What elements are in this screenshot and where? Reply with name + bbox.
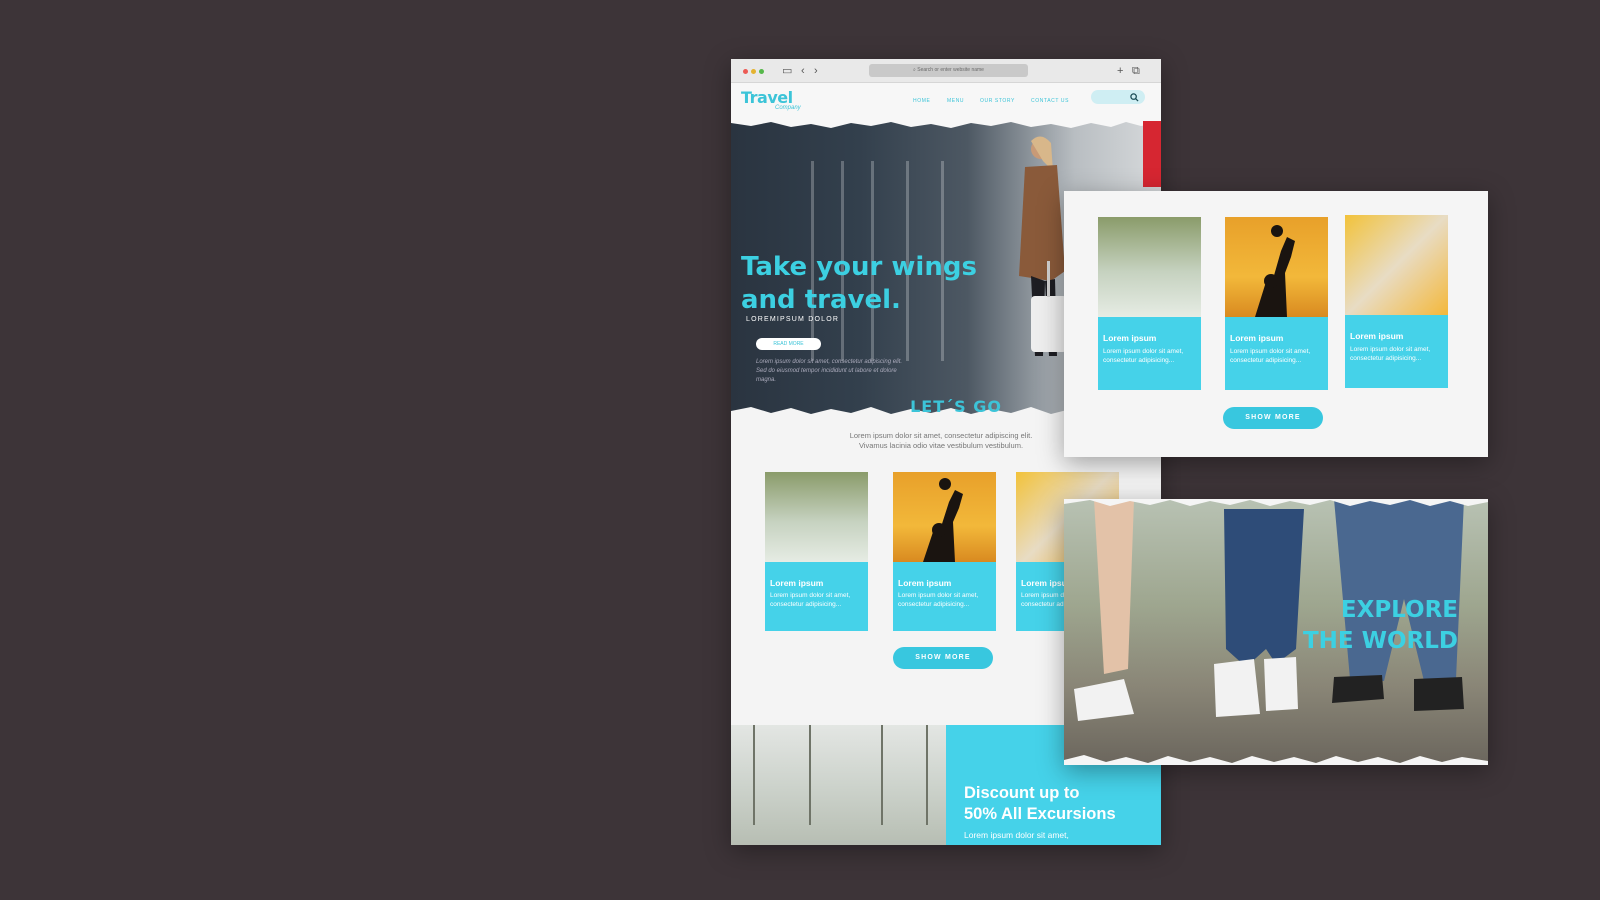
hero-title-line-1: Take your wings bbox=[741, 252, 977, 282]
show-more-button[interactable]: SHOW MORE bbox=[893, 647, 993, 669]
promo-text: Lorem ipsum dolor sit amet, bbox=[964, 830, 1069, 840]
section-intro-line-2: Vivamus lacinia odio vitae vestibulum ve… bbox=[858, 441, 1024, 450]
card-text: Lorem ipsum dolor sit amet, consectetur … bbox=[1103, 348, 1184, 364]
card-image-kids-flowers bbox=[1098, 217, 1201, 317]
hero-title-line-2: and travel. bbox=[741, 285, 901, 315]
site-search-input[interactable] bbox=[1091, 90, 1145, 104]
nav-contact-us[interactable]: CONTACT US bbox=[1031, 98, 1069, 104]
card-image-sunset-silhouette bbox=[1225, 217, 1328, 317]
promo-title-line-1: Discount up to bbox=[964, 784, 1080, 802]
card-text: Lorem ipsum dolor sit amet, consectetur … bbox=[898, 592, 979, 608]
torn-edge bbox=[1064, 499, 1488, 506]
hero-title: Take your wings and travel. bbox=[741, 251, 977, 317]
nav-home[interactable]: HOME bbox=[913, 98, 930, 104]
read-more-button[interactable]: READ MORE bbox=[756, 338, 821, 350]
destination-card[interactable]: Lorem ipsum Lorem ipsum dolor sit amet, … bbox=[1225, 217, 1328, 390]
browser-toolbar: ▭ ‹ › ⌕ Search or enter website name + ⧉ bbox=[731, 59, 1161, 83]
new-tab-icon[interactable]: + bbox=[1117, 64, 1123, 78]
card-title: Lorem ipsum bbox=[1350, 331, 1404, 341]
card-text: Lorem ipsum dolor sit amet, consectetur … bbox=[770, 592, 851, 608]
destination-card[interactable]: Lorem ipsum Lorem ipsum dolor sit amet, … bbox=[765, 472, 868, 631]
explore-title: EXPLORE THE WORLD bbox=[1303, 595, 1458, 657]
promo-title-line-2: 50% All Excursions bbox=[964, 805, 1116, 823]
forward-icon[interactable]: › bbox=[814, 64, 818, 78]
section-intro-line-1: Lorem ipsum dolor sit amet, consectetur … bbox=[849, 431, 1033, 440]
sidebar-icon[interactable]: ▭ bbox=[782, 64, 792, 78]
maximize-window-button[interactable] bbox=[759, 69, 764, 74]
search-icon: ⌕ bbox=[913, 67, 916, 73]
site-header: Travel Company HOME MENU OUR STORY CONTA… bbox=[731, 83, 1161, 123]
address-bar[interactable]: ⌕ Search or enter website name bbox=[869, 64, 1028, 77]
promo-title: Discount up to 50% All Excursions bbox=[964, 783, 1116, 825]
card-title: Lorem ipsum bbox=[898, 578, 952, 588]
search-icon bbox=[1130, 93, 1139, 102]
hero-subtitle: LOREMIPSUM DOLOR bbox=[746, 316, 840, 323]
explore-title-line-2: THE WORLD bbox=[1302, 628, 1458, 654]
explore-title-line-1: EXPLORE bbox=[1340, 597, 1458, 623]
card-title: Lorem ipsum bbox=[1230, 333, 1284, 343]
address-bar-placeholder: Search or enter website name bbox=[917, 67, 984, 73]
card-title: Lorem ipsum bbox=[1103, 333, 1157, 343]
explore-banner: EXPLORE THE WORLD bbox=[1064, 499, 1488, 765]
hero-body-text: Lorem ipsum dolor sit amet, consectetur … bbox=[756, 359, 903, 383]
tabs-overview-icon[interactable]: ⧉ bbox=[1132, 64, 1140, 78]
destination-card[interactable]: Lorem ipsum Lorem ipsum dolor sit amet, … bbox=[893, 472, 996, 631]
back-icon[interactable]: ‹ bbox=[801, 64, 805, 78]
minimize-window-button[interactable] bbox=[751, 69, 756, 74]
red-side-tab bbox=[1143, 121, 1161, 187]
card-title: Lorem ipsum bbox=[770, 578, 824, 588]
show-more-button[interactable]: SHOW MORE bbox=[1223, 407, 1323, 429]
cards-panel: Lorem ipsum Lorem ipsum dolor sit amet, … bbox=[1064, 191, 1488, 457]
card-image-kids-flowers bbox=[765, 472, 868, 562]
torn-edge bbox=[1064, 755, 1488, 765]
torn-edge bbox=[731, 119, 1161, 128]
card-image-sunset-silhouette bbox=[893, 472, 996, 562]
close-window-button[interactable] bbox=[743, 69, 748, 74]
destination-card[interactable]: Lorem ipsum Lorem ipsum dolor sit amet, … bbox=[1098, 217, 1201, 390]
card-text: Lorem ipsum dolor sit amet, consectetur … bbox=[1230, 348, 1311, 364]
promo-image-swing bbox=[731, 725, 946, 845]
destination-card[interactable]: Lorem ipsum Lorem ipsum dolor sit amet, … bbox=[1345, 215, 1448, 388]
nav-our-story[interactable]: OUR STORY bbox=[980, 98, 1015, 104]
nav-menu[interactable]: MENU bbox=[947, 98, 964, 104]
card-text: Lorem ipsum dolor sit amet, consectetur … bbox=[1350, 346, 1431, 362]
section-intro: Lorem ipsum dolor sit amet, consectetur … bbox=[821, 431, 1061, 451]
card-image-kids-hug bbox=[1345, 215, 1448, 315]
site-logo-subtitle: Company bbox=[775, 105, 801, 111]
